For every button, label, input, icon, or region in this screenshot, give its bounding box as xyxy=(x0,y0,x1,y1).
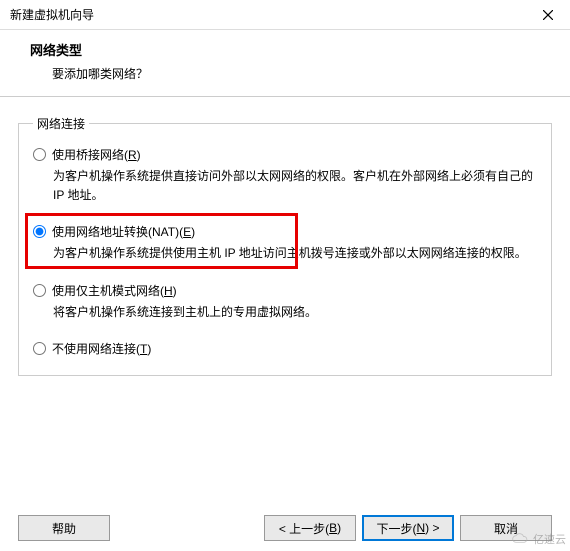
option-bridged-desc: 为客户机操作系统提供直接访问外部以太网网络的权限。客户机在外部网络上必须有自己的… xyxy=(53,167,537,205)
close-icon xyxy=(543,10,553,20)
radio-bridged-label: 使用桥接网络(R) xyxy=(52,146,141,163)
wizard-button-bar: 帮助 < 上一步(B) 下一步(N) > 取消 xyxy=(0,515,570,541)
option-hostonly-desc: 将客户机操作系统连接到主机上的专用虚拟网络。 xyxy=(53,303,537,322)
group-legend: 网络连接 xyxy=(33,115,89,132)
radio-bridged-input[interactable] xyxy=(33,148,46,161)
page-heading: 网络类型 xyxy=(30,40,550,59)
wizard-content: 网络连接 使用桥接网络(R) 为客户机操作系统提供直接访问外部以太网网络的权限。… xyxy=(0,97,570,376)
radio-hostonly-label: 使用仅主机模式网络(H) xyxy=(52,282,177,299)
radio-bridged[interactable]: 使用桥接网络(R) xyxy=(33,146,537,163)
option-nat-desc: 为客户机操作系统提供使用主机 IP 地址访问主机拨号连接或外部以太网网络连接的权… xyxy=(53,244,537,263)
next-button[interactable]: 下一步(N) > xyxy=(362,515,454,541)
back-button[interactable]: < 上一步(B) xyxy=(264,515,356,541)
wizard-header: 网络类型 要添加哪类网络？ xyxy=(0,30,570,97)
radio-nat-label: 使用网络地址转换(NAT)(E) xyxy=(52,223,195,240)
cloud-icon xyxy=(511,533,531,545)
radio-hostonly[interactable]: 使用仅主机模式网络(H) xyxy=(33,282,537,299)
option-bridged: 使用桥接网络(R) 为客户机操作系统提供直接访问外部以太网网络的权限。客户机在外… xyxy=(33,146,537,205)
radio-hostonly-input[interactable] xyxy=(33,284,46,297)
radio-none[interactable]: 不使用网络连接(T) xyxy=(33,340,537,357)
radio-none-input[interactable] xyxy=(33,342,46,355)
watermark-text: 亿速云 xyxy=(533,531,566,547)
watermark: 亿速云 xyxy=(511,531,566,547)
radio-nat[interactable]: 使用网络地址转换(NAT)(E) xyxy=(33,223,537,240)
radio-none-label: 不使用网络连接(T) xyxy=(52,340,151,357)
help-button[interactable]: 帮助 xyxy=(18,515,110,541)
option-none: 不使用网络连接(T) xyxy=(33,340,537,357)
network-group: 网络连接 使用桥接网络(R) 为客户机操作系统提供直接访问外部以太网网络的权限。… xyxy=(18,115,552,376)
titlebar: 新建虚拟机向导 xyxy=(0,0,570,30)
window-title: 新建虚拟机向导 xyxy=(10,6,94,23)
option-nat: 使用网络地址转换(NAT)(E) 为客户机操作系统提供使用主机 IP 地址访问主… xyxy=(33,223,537,263)
radio-nat-input[interactable] xyxy=(33,225,46,238)
close-button[interactable] xyxy=(534,4,562,26)
option-hostonly: 使用仅主机模式网络(H) 将客户机操作系统连接到主机上的专用虚拟网络。 xyxy=(33,282,537,322)
page-subheading: 要添加哪类网络？ xyxy=(52,65,550,82)
